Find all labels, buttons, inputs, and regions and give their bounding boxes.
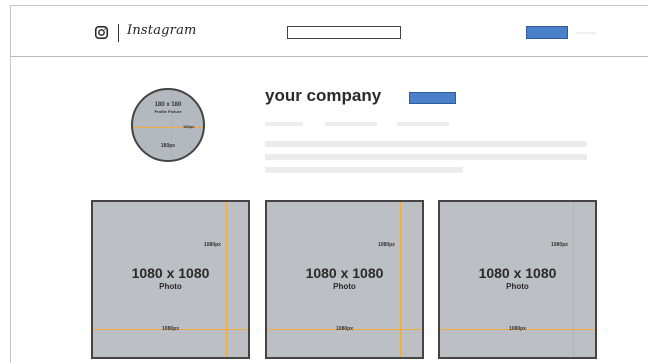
profile-picture-placeholder[interactable]: 180 x 180 Profile Picture 180px 180px [131, 88, 205, 162]
bio-placeholder-line [265, 141, 587, 147]
post-size-label: 1080 x 1080 [478, 265, 557, 281]
search-input[interactable] [287, 26, 401, 39]
header-action-button[interactable] [526, 26, 568, 39]
post-caption: Photo [506, 282, 529, 291]
post-side-label: 1080px [551, 242, 568, 248]
avatar-size-label: 180 x 180 [154, 102, 182, 108]
post-size-label: 1080 x 1080 [131, 265, 210, 281]
stat-placeholder-following [397, 122, 449, 126]
post-size-label: 1080 x 1080 [305, 265, 384, 281]
post-caption: Photo [159, 282, 182, 291]
header-placeholder-link [576, 32, 596, 34]
avatar-bottom-label: 180px [160, 143, 176, 149]
post-bottom-label: 1080px [336, 326, 353, 332]
stat-placeholder-posts [265, 122, 303, 126]
post-placeholder[interactable]: 1080px 1080 x 1080 Photo 1080px [91, 200, 250, 359]
top-navigation-bar: Instagram [11, 6, 648, 57]
instagram-camera-icon[interactable] [95, 26, 108, 39]
avatar-caption: Profile Picture [154, 109, 182, 114]
stat-placeholder-followers [325, 122, 377, 126]
avatar-side-label: 180px [183, 124, 195, 129]
post-side-label: 1080px [378, 242, 395, 248]
follow-button[interactable] [409, 92, 456, 104]
post-placeholder[interactable]: 1080px 1080 x 1080 Photo 1080px [265, 200, 424, 359]
vertical-guide-line [171, 90, 172, 160]
instagram-wordmark[interactable]: Instagram [127, 23, 197, 38]
post-bottom-label: 1080px [162, 326, 179, 332]
profile-name: your company [265, 86, 382, 105]
bio-placeholder-line [265, 154, 587, 160]
bio-placeholder-line [265, 167, 463, 173]
post-placeholder[interactable]: 1080px 1080 x 1080 Photo 1080px [438, 200, 597, 359]
post-caption: Photo [333, 282, 356, 291]
logo-divider [118, 24, 119, 42]
post-side-label: 1080px [204, 242, 221, 248]
browser-frame: Instagram 180 x 180 Profile Picture 180p… [10, 5, 648, 363]
post-bottom-label: 1080px [509, 326, 526, 332]
